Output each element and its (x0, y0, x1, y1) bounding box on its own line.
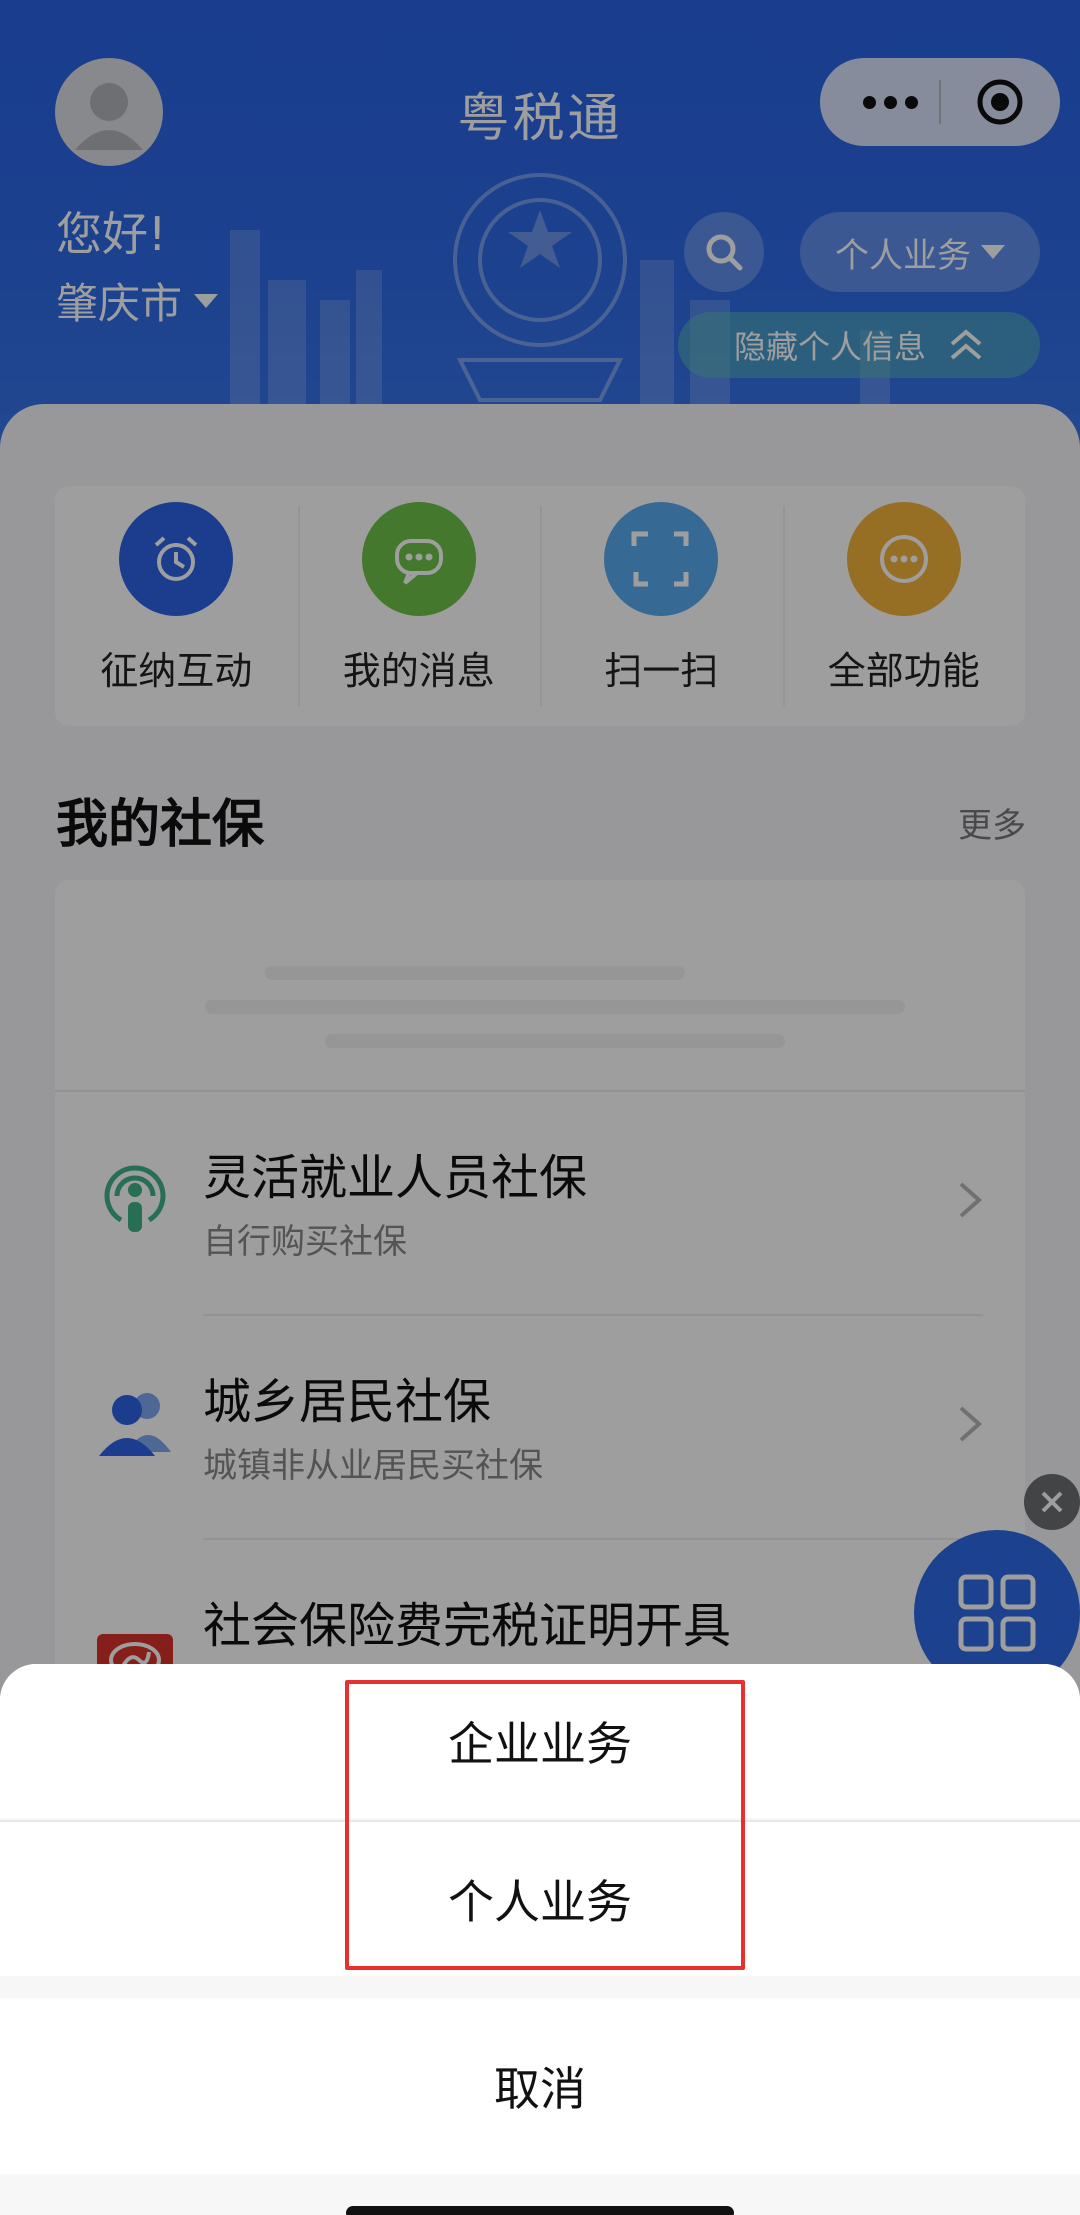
highlight-box (345, 1680, 745, 1970)
home-indicator (346, 2206, 734, 2215)
cancel-button[interactable]: 取消 (0, 1998, 1080, 2174)
